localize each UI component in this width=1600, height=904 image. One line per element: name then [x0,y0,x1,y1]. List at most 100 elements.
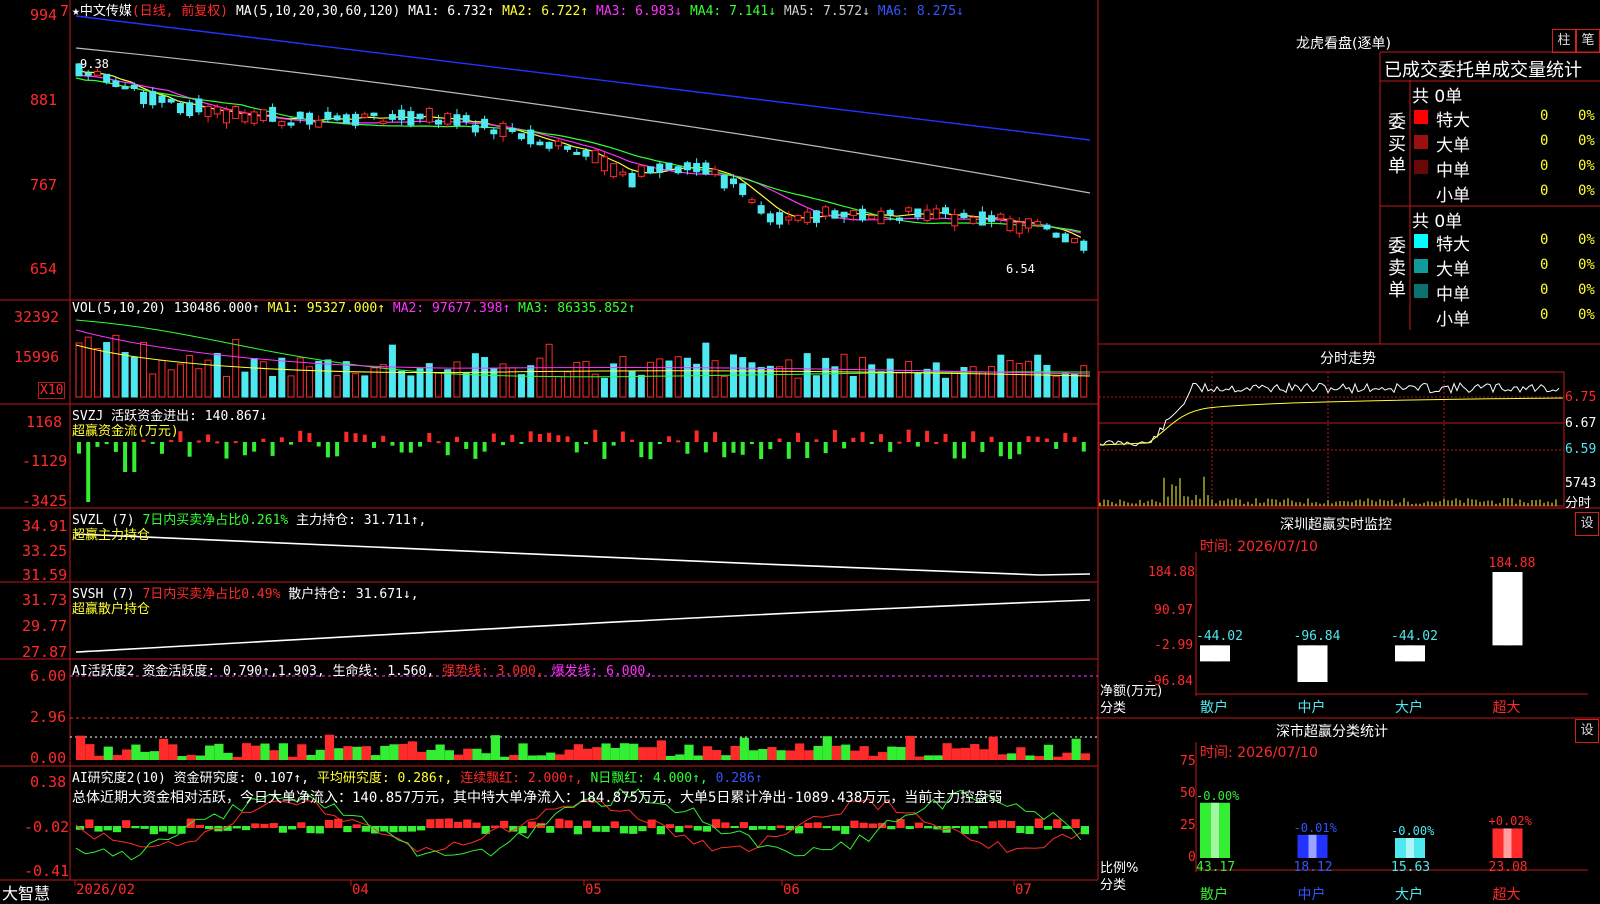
research-bar [435,818,444,828]
volume-bar [683,357,691,398]
research-bar [887,826,896,830]
fund-flow-bar [952,442,957,459]
activity-bar [76,735,86,760]
candle-body [564,145,572,150]
vol-ytick-2: 15996 [14,348,60,366]
research-bar [260,823,269,828]
ai2-nday: N日飘红: 4.000↑, [590,771,708,786]
vol-value: 130486.000↑ [173,301,260,316]
pen-mode-button[interactable]: 笔 [1576,29,1600,53]
fund-flow-bar [344,431,349,442]
monitor-layer-value-0: -44.02 [1196,629,1243,645]
fund-flow-bar [906,429,911,442]
activity-bar [767,747,777,760]
fund-flow-bar [915,442,920,447]
volume-bar [951,371,959,398]
activity-bar [1016,747,1026,760]
fund-flow-bar [943,433,948,442]
volume-bar [1052,375,1060,398]
candle-body [674,166,682,174]
fund-flow-bar [620,431,625,442]
fund-flow-bar [768,442,773,450]
candle-body [720,175,728,189]
candle-body [204,105,212,118]
research-bar [112,826,122,833]
volume-bar [978,371,986,398]
ai1-ytick-2: 2.96 [30,708,67,726]
activity-bar [361,746,371,760]
research-bar [592,826,601,832]
research-bar [453,821,463,828]
sell-pct-2: 0% [1578,282,1595,298]
candle-body [637,165,645,177]
fund-flow-bar [178,431,183,442]
timeline-ticks-svg [74,880,1015,886]
candle-body [647,166,655,174]
research-bar [997,820,1007,828]
fund-flow-bar [464,442,469,449]
activity-bar [555,754,565,760]
high-price-label: 9.38 [80,57,109,71]
research-bar [693,826,702,831]
classify-layer-bar-shine-1 [1308,834,1317,858]
candle-body [241,112,249,123]
research-bar [564,820,573,828]
candle-body [287,122,295,126]
fund-flow-bar [270,442,275,456]
bar-mode-button[interactable]: 柱 [1552,29,1576,53]
ai1-ytick-3: 0.00 [30,749,67,767]
volume-bar [388,344,396,398]
candle-body [960,212,968,218]
monitor-time: 时间: 2026/07/10 [1200,539,1318,555]
activity-bar [693,755,703,760]
fund-flow-bar [501,442,506,446]
fund-flow-bar [86,442,91,502]
research-bar [896,818,905,828]
fund-flow-bar [657,442,662,444]
fund-flow-bar [777,438,782,442]
price-ytick-2: 881 [30,91,58,109]
fund-flow-bar [371,442,376,448]
classify-time: 时间: 2026/07/10 [1200,745,1318,761]
classify-ytick-1: 75 [1180,754,1196,769]
candle-body [739,183,747,196]
activity-bar [730,745,740,760]
volume-bar [269,375,277,398]
classify-layer-category-2: 大户 [1395,887,1423,903]
fund-flow-bar [77,442,81,454]
svzl-hold: 主力持仓: 31.711↑, [296,513,427,528]
activity-bar [509,754,519,760]
research-bar [232,826,241,829]
research-bar [831,826,841,831]
volume-bar [517,374,525,398]
candle-body [121,86,129,90]
candle-body [324,111,332,120]
buy-pct-0: 0% [1578,108,1595,124]
stock-name[interactable]: ★中文传媒 [72,4,132,19]
ma-label: MA(5,10,20,30,60,120) [235,4,401,19]
sell-count-0: 0 [1540,232,1549,248]
candle-body [352,113,360,126]
volume-bar [296,357,304,398]
monitor-layer-bar-shine-3 [1503,572,1512,646]
fund-flow-bar [749,442,754,445]
candle-body [278,121,286,127]
research-bar [103,826,112,831]
candle-body [748,199,756,204]
volume-bar [93,348,101,398]
volume-bar [527,365,535,398]
stock-chart-area[interactable] [0,0,1100,900]
fund-flow-bar [362,434,367,442]
svsh-ratio: 7日内买卖净占比0.49% [142,587,281,602]
fund-flow-bar [298,430,303,442]
fund-flow-bar [473,442,478,459]
activity-bar [417,751,427,760]
candle-body [195,98,203,113]
classify-settings-button[interactable]: 设 [1575,719,1599,743]
monitor-settings-button[interactable]: 设 [1575,512,1599,536]
fund-flow-bar [399,442,404,453]
candle-body [859,208,867,221]
price-ytick-4: 654 [30,260,58,278]
ai2-research: 资金研究度: 0.107↑, [173,771,310,786]
fund-flow-bar [169,440,174,443]
